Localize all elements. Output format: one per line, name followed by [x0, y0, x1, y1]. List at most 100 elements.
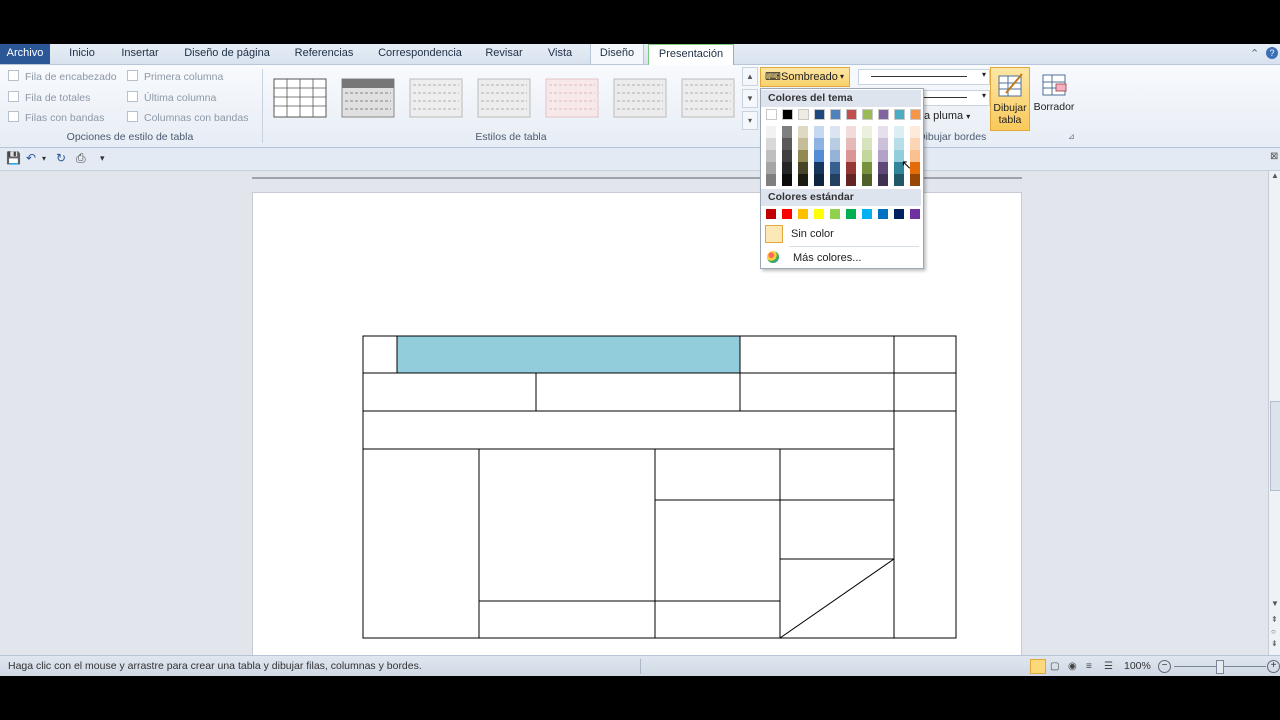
zoom-slider-thumb[interactable]: [1216, 660, 1224, 674]
theme-shade-swatch[interactable]: [846, 150, 856, 162]
theme-color-swatch[interactable]: [830, 109, 841, 120]
table-style-2[interactable]: [340, 77, 396, 119]
theme-shade-swatch[interactable]: [894, 174, 904, 186]
theme-shade-swatch[interactable]: [846, 162, 856, 174]
theme-shade-swatch[interactable]: [830, 162, 840, 174]
theme-shade-swatch[interactable]: [814, 150, 824, 162]
table-style-5[interactable]: [544, 77, 600, 119]
standard-color-swatch[interactable]: [814, 209, 824, 219]
eraser-button[interactable]: Borrador: [1030, 67, 1078, 129]
undo-dropdown-icon[interactable]: ▾: [42, 154, 46, 163]
last-column-checkbox[interactable]: Última columna: [127, 91, 216, 105]
theme-shade-swatch[interactable]: [830, 174, 840, 186]
banded-rows-checkbox[interactable]: Filas con bandas: [8, 111, 104, 125]
table-style-4[interactable]: [476, 77, 532, 119]
zoom-in-icon[interactable]: +: [1267, 660, 1280, 673]
dialog-launcher-icon[interactable]: ⊿: [1068, 132, 1075, 141]
total-row-checkbox[interactable]: Fila de totales: [8, 91, 90, 105]
theme-shade-swatch[interactable]: [862, 162, 872, 174]
tab-table-layout[interactable]: Presentación: [648, 44, 734, 65]
redo-icon[interactable]: ↻: [56, 151, 66, 165]
theme-shade-swatch[interactable]: [798, 126, 808, 138]
tab-review[interactable]: Revisar: [480, 44, 528, 64]
theme-color-swatch[interactable]: [910, 109, 921, 120]
theme-shade-swatch[interactable]: [782, 138, 792, 150]
theme-color-swatch[interactable]: [782, 109, 793, 120]
previous-page-icon[interactable]: ⇞: [1271, 615, 1278, 624]
theme-color-swatch[interactable]: [814, 109, 825, 120]
standard-color-swatch[interactable]: [862, 209, 872, 219]
theme-shade-swatch[interactable]: [910, 174, 920, 186]
help-icon[interactable]: ?: [1266, 47, 1278, 59]
standard-color-swatch[interactable]: [878, 209, 888, 219]
tab-references[interactable]: Referencias: [288, 44, 360, 64]
draw-table-button[interactable]: Dibujar tabla: [990, 67, 1030, 131]
table-style-6[interactable]: [612, 77, 668, 119]
undo-icon[interactable]: ↶: [26, 151, 36, 165]
standard-color-swatch[interactable]: [894, 209, 904, 219]
theme-shade-swatch[interactable]: [910, 138, 920, 150]
print-layout-view-icon[interactable]: [1030, 659, 1046, 674]
zoom-level[interactable]: 100%: [1124, 656, 1151, 676]
theme-shade-swatch[interactable]: [782, 162, 792, 174]
theme-color-swatch[interactable]: [894, 109, 905, 120]
standard-color-swatch[interactable]: [830, 209, 840, 219]
gallery-down-arrow-icon[interactable]: ▼: [742, 89, 758, 108]
theme-shade-swatch[interactable]: [830, 126, 840, 138]
tab-page-layout[interactable]: Diseño de página: [176, 44, 278, 64]
banded-columns-checkbox[interactable]: Columnas con bandas: [127, 111, 248, 125]
theme-shade-swatch[interactable]: [846, 126, 856, 138]
tab-home[interactable]: Inicio: [60, 44, 104, 64]
theme-shade-swatch[interactable]: [830, 150, 840, 162]
theme-shade-swatch[interactable]: [878, 138, 888, 150]
save-icon[interactable]: 💾: [6, 151, 21, 165]
zoom-out-icon[interactable]: −: [1158, 660, 1171, 673]
shading-button[interactable]: ⌨ Sombreado ▾: [760, 67, 850, 87]
theme-color-swatch[interactable]: [798, 109, 809, 120]
theme-color-swatch[interactable]: [846, 109, 857, 120]
theme-shade-swatch[interactable]: [862, 174, 872, 186]
theme-shade-swatch[interactable]: [766, 138, 776, 150]
tab-table-design[interactable]: Diseño: [590, 44, 644, 64]
more-colors-option[interactable]: Más colores...: [761, 247, 921, 269]
scroll-thumb[interactable]: [1270, 401, 1280, 491]
header-row-checkbox[interactable]: Fila de encabezado: [8, 70, 117, 84]
theme-shade-swatch[interactable]: [766, 126, 776, 138]
theme-shade-swatch[interactable]: [830, 138, 840, 150]
theme-shade-swatch[interactable]: [798, 138, 808, 150]
theme-shade-swatch[interactable]: [782, 126, 792, 138]
tab-file[interactable]: Archivo: [0, 44, 50, 64]
shaded-table-cell[interactable]: [397, 336, 740, 373]
theme-shade-swatch[interactable]: [878, 162, 888, 174]
theme-shade-swatch[interactable]: [798, 150, 808, 162]
table-style-3[interactable]: [408, 77, 464, 119]
print-icon[interactable]: ⎙: [76, 151, 86, 166]
theme-shade-swatch[interactable]: [878, 150, 888, 162]
theme-shade-swatch[interactable]: [846, 138, 856, 150]
theme-shade-swatch[interactable]: [814, 138, 824, 150]
theme-shade-swatch[interactable]: [878, 126, 888, 138]
theme-shade-swatch[interactable]: [894, 126, 904, 138]
standard-color-swatch[interactable]: [846, 209, 856, 219]
theme-shade-swatch[interactable]: [782, 150, 792, 162]
scroll-up-icon[interactable]: ▲: [1271, 171, 1279, 180]
pen-color-button[interactable]: a pluma ▾: [924, 110, 970, 122]
scroll-down-icon[interactable]: ▼: [1271, 599, 1279, 608]
theme-shade-swatch[interactable]: [862, 126, 872, 138]
first-column-checkbox[interactable]: Primera columna: [127, 70, 223, 84]
standard-color-swatch[interactable]: [910, 209, 920, 219]
tab-insert[interactable]: Insertar: [112, 44, 168, 64]
no-color-option[interactable]: Sin color: [761, 223, 921, 245]
tab-view[interactable]: Vista: [540, 44, 580, 64]
full-screen-reading-icon[interactable]: ▢: [1050, 656, 1059, 676]
standard-color-swatch[interactable]: [766, 209, 776, 219]
theme-color-swatch[interactable]: [766, 109, 777, 120]
table-style-7[interactable]: [680, 77, 736, 119]
theme-shade-swatch[interactable]: [798, 162, 808, 174]
theme-shade-swatch[interactable]: [846, 174, 856, 186]
theme-shade-swatch[interactable]: [862, 150, 872, 162]
theme-color-swatch[interactable]: [862, 109, 873, 120]
theme-shade-swatch[interactable]: [814, 126, 824, 138]
theme-shade-swatch[interactable]: [910, 126, 920, 138]
theme-shade-swatch[interactable]: [814, 174, 824, 186]
